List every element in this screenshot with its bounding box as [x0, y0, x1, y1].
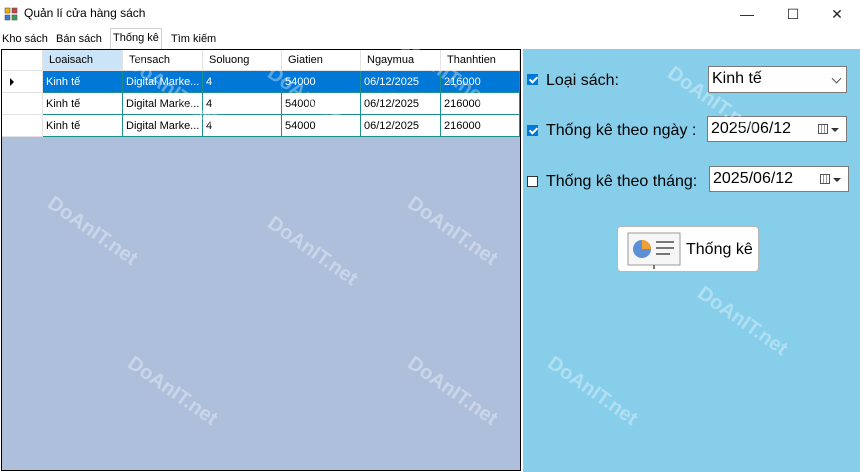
by-day-checkbox[interactable]	[527, 125, 538, 136]
maximize-button[interactable]: ☐	[770, 0, 816, 28]
tab-ban-sach[interactable]: Bán sách	[54, 30, 104, 48]
column-header-giatien[interactable]: Giatien	[282, 50, 361, 71]
dropdown-caret-icon[interactable]	[833, 178, 841, 182]
minimize-button[interactable]: —	[724, 0, 770, 28]
tab-thong-ke[interactable]: Thống kê	[110, 28, 162, 49]
table-row[interactable]: Kinh tế Digital Marke... 4 54000 06/12/2…	[2, 115, 520, 137]
title-bar: Quản lí cửa hàng sách — ☐ ✕	[0, 0, 860, 28]
close-icon: ✕	[831, 5, 843, 22]
day-date-value: 2025/06/12	[711, 120, 792, 137]
calendar-icon[interactable]	[820, 174, 830, 184]
tab-strip: Kho sách Bán sách Thống kê Tìm kiếm	[0, 28, 860, 49]
cell-ngaymua[interactable]: 06/12/2025	[361, 93, 441, 115]
current-row-arrow-icon	[10, 78, 14, 86]
cell-tensach[interactable]: Digital Marke...	[123, 71, 203, 93]
category-label: Loại sách:	[546, 72, 619, 89]
cell-thanhtien[interactable]: 216000	[441, 71, 520, 93]
chevron-down-icon[interactable]	[831, 73, 842, 84]
column-header-tensach[interactable]: Tensach	[123, 50, 203, 71]
day-date-picker[interactable]: 2025/06/12	[707, 116, 847, 142]
table-row[interactable]: Kinh tế Digital Marke... 4 54000 06/12/2…	[2, 93, 520, 115]
category-combobox[interactable]: Kinh tế	[708, 66, 847, 93]
cell-ngaymua[interactable]: 06/12/2025	[361, 115, 441, 137]
cell-tensach[interactable]: Digital Marke...	[123, 93, 203, 115]
cell-giatien[interactable]: 54000	[282, 71, 361, 93]
cell-tensach[interactable]: Digital Marke...	[123, 115, 203, 137]
chart-presentation-icon	[627, 232, 681, 269]
cell-loaisach[interactable]: Kinh tế	[43, 115, 123, 137]
calendar-icon[interactable]	[818, 124, 828, 134]
category-checkbox[interactable]	[527, 74, 538, 85]
close-button[interactable]: ✕	[814, 0, 860, 28]
row-header[interactable]	[2, 71, 43, 93]
table-row[interactable]: Kinh tế Digital Marke... 4 54000 06/12/2…	[2, 71, 520, 93]
category-value: Kinh tế	[712, 70, 762, 87]
by-month-checkbox[interactable]	[527, 176, 538, 187]
data-grid-panel[interactable]: Loaisach Tensach Soluong Giatien Ngaymua…	[1, 49, 521, 471]
app-icon	[4, 7, 18, 21]
minimize-icon: —	[740, 6, 754, 22]
cell-loaisach[interactable]: Kinh tế	[43, 71, 123, 93]
row-header-corner[interactable]	[2, 50, 43, 71]
window-title: Quản lí cửa hàng sách	[24, 6, 146, 20]
by-month-label: Thống kê theo tháng:	[546, 173, 698, 190]
cell-ngaymua[interactable]: 06/12/2025	[361, 71, 441, 93]
cell-soluong[interactable]: 4	[203, 93, 282, 115]
column-header-soluong[interactable]: Soluong	[203, 50, 282, 71]
statistics-button-label: Thống kê	[686, 241, 753, 258]
cell-soluong[interactable]: 4	[203, 71, 282, 93]
dropdown-caret-icon[interactable]	[831, 128, 839, 132]
month-date-picker[interactable]: 2025/06/12	[709, 166, 849, 192]
cell-thanhtien[interactable]: 216000	[441, 93, 520, 115]
row-header[interactable]	[2, 93, 43, 115]
tab-kho-sach[interactable]: Kho sách	[0, 30, 50, 48]
tab-tim-kiem[interactable]: Tìm kiếm	[169, 30, 218, 48]
statistics-button[interactable]: Thống kê	[617, 226, 759, 272]
grid-header: Loaisach Tensach Soluong Giatien Ngaymua…	[2, 50, 520, 71]
cell-thanhtien[interactable]: 216000	[441, 115, 520, 137]
column-header-thanhtien[interactable]: Thanhtien	[441, 50, 520, 71]
by-day-label: Thống kê theo ngày :	[546, 122, 697, 139]
cell-loaisach[interactable]: Kinh tế	[43, 93, 123, 115]
column-header-loaisach[interactable]: Loaisach	[43, 50, 123, 71]
cell-giatien[interactable]: 54000	[282, 93, 361, 115]
cell-soluong[interactable]: 4	[203, 115, 282, 137]
row-header[interactable]	[2, 115, 43, 137]
cell-giatien[interactable]: 54000	[282, 115, 361, 137]
month-date-value: 2025/06/12	[713, 170, 794, 187]
maximize-icon: ☐	[786, 5, 800, 22]
column-header-ngaymua[interactable]: Ngaymua	[361, 50, 441, 71]
